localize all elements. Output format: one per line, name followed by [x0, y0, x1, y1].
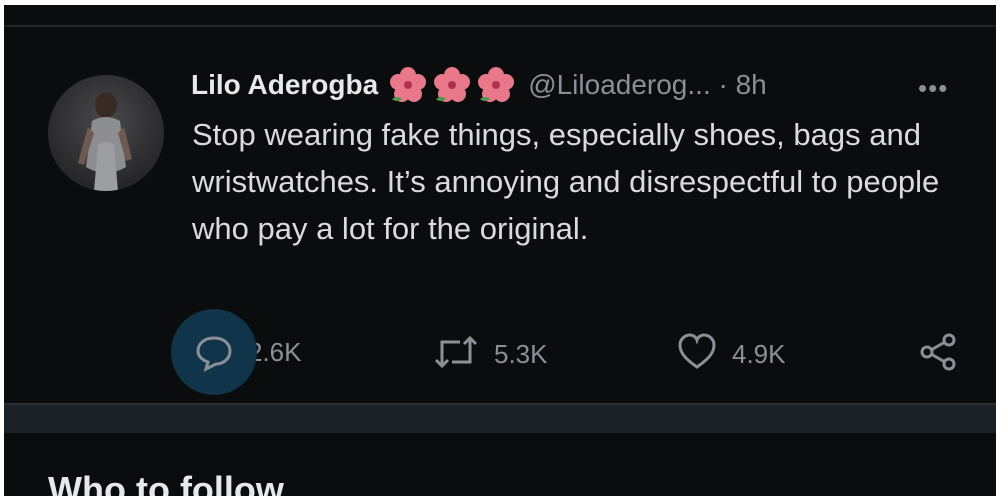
- display-name[interactable]: Lilo Aderogba: [191, 69, 378, 101]
- name-emojis: [388, 65, 520, 105]
- like-count: 4.9K: [732, 339, 786, 369]
- like-button[interactable]: 4.9K: [676, 332, 786, 377]
- reply-icon: [171, 309, 257, 395]
- hibiscus-icon: [390, 67, 427, 102]
- who-to-follow-heading: Who to follow: [48, 469, 284, 496]
- avatar[interactable]: [48, 75, 164, 191]
- retweet-button[interactable]: 5.3K: [432, 332, 548, 377]
- handle-and-time[interactable]: @Liloaderog... · 8h: [528, 69, 767, 101]
- tweet-text: Stop wearing fake things, especially sho…: [192, 117, 940, 246]
- share-icon: [918, 332, 958, 377]
- heart-icon: [676, 332, 718, 377]
- retweet-count: 5.3K: [494, 339, 548, 369]
- more-options-icon[interactable]: •••: [918, 73, 948, 104]
- hibiscus-icon: [478, 67, 515, 102]
- hibiscus-icon: [434, 67, 471, 102]
- avatar-photo: [48, 75, 164, 191]
- tweet-actions: 2.6K 5.3K 4.9K: [4, 309, 996, 404]
- share-button[interactable]: [918, 332, 958, 377]
- tweet-header: Lilo Aderogba @Liloaderog... · 8h: [191, 65, 767, 105]
- retweet-icon: [432, 332, 480, 377]
- reply-button[interactable]: 2.6K: [171, 309, 302, 395]
- screen: Lilo Aderogba @Liloaderog... · 8h ••• St…: [4, 5, 996, 496]
- tweet-card[interactable]: Lilo Aderogba @Liloaderog... · 8h ••• St…: [4, 27, 996, 405]
- section-separator: [4, 405, 996, 433]
